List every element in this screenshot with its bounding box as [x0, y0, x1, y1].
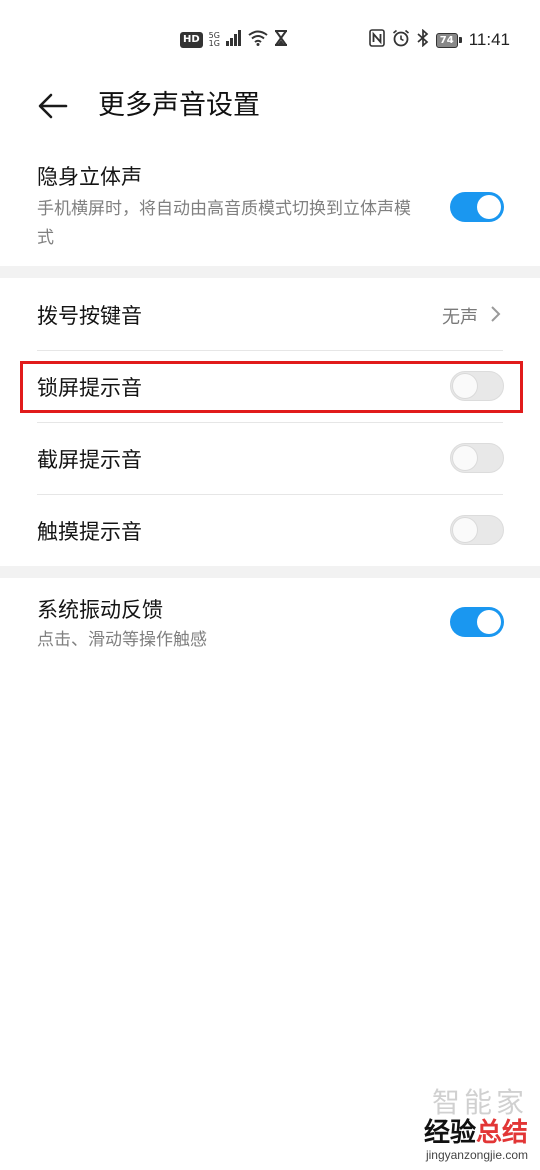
toggle-knob [453, 518, 477, 542]
toggle-knob [477, 195, 501, 219]
vibration-subtitle: 点击、滑动等操作触感 [37, 630, 207, 650]
status-right: 74 11:41 [368, 28, 510, 51]
status-bar: HD 5G 1G 74 11:41 [0, 0, 540, 80]
section-divider [0, 566, 540, 578]
section-divider [0, 266, 540, 278]
battery-level: 74 [435, 32, 458, 48]
back-arrow-icon[interactable] [36, 88, 72, 124]
settings-row-vibration[interactable]: 系统振动反馈 点击、滑动等操作触感 [0, 578, 540, 674]
hourglass-icon [274, 30, 288, 50]
app-header: 更多声音设置 [0, 80, 540, 136]
settings-row-dial-tone[interactable]: 拨号按键音 无声 [0, 278, 540, 350]
settings-row-stereo[interactable]: 隐身立体声 手机横屏时，将自动由高音质模式切换到立体声模式 [0, 150, 540, 266]
chevron-right-icon [488, 304, 502, 324]
clock: 11:41 [468, 30, 510, 49]
network-type: 5G 1G [209, 32, 220, 48]
toggle-knob [453, 446, 477, 470]
watermark-title-part2: 总结 [475, 1118, 528, 1148]
dial-tone-title: 拨号按键音 [37, 304, 142, 328]
toggle-knob [477, 610, 501, 634]
watermark-url: jingyanzongjie.com [425, 1148, 528, 1162]
battery-icon: 74 [435, 32, 462, 48]
vibration-toggle[interactable] [450, 607, 504, 637]
page-title: 更多声音设置 [98, 90, 260, 121]
stereo-subtitle: 手机横屏时，将自动由高音质模式切换到立体声模式 [37, 199, 411, 248]
stereo-toggle[interactable] [450, 192, 504, 222]
screenshot-sound-title: 截屏提示音 [37, 448, 142, 472]
screenshot-sound-toggle[interactable] [450, 443, 504, 473]
hd-badge: HD [180, 32, 203, 48]
watermark: 智能家 经验总结 jingyanzongjie.com [424, 1086, 528, 1163]
watermark-ghost-text: 智能家 [431, 1086, 528, 1119]
signal-icon [225, 30, 242, 50]
network-type-bottom: 1G [208, 39, 220, 48]
watermark-title-part1: 经验 [423, 1118, 476, 1148]
touch-sound-toggle[interactable] [450, 515, 504, 545]
status-left: HD 5G 1G [180, 29, 288, 51]
stereo-title: 隐身立体声 [37, 165, 142, 189]
vibration-title: 系统振动反馈 [37, 598, 163, 622]
nfc-icon [368, 29, 385, 51]
touch-sound-title: 触摸提示音 [37, 520, 142, 544]
alarm-icon [392, 29, 410, 51]
dial-tone-value: 无声 [442, 307, 478, 328]
settings-row-touch-sound[interactable]: 触摸提示音 [0, 495, 540, 566]
highlight-box [20, 361, 523, 413]
wifi-icon [248, 30, 268, 50]
bluetooth-icon [417, 28, 429, 51]
settings-row-screenshot-sound[interactable]: 截屏提示音 [0, 423, 540, 494]
watermark-title: 经验总结 [424, 1118, 528, 1148]
